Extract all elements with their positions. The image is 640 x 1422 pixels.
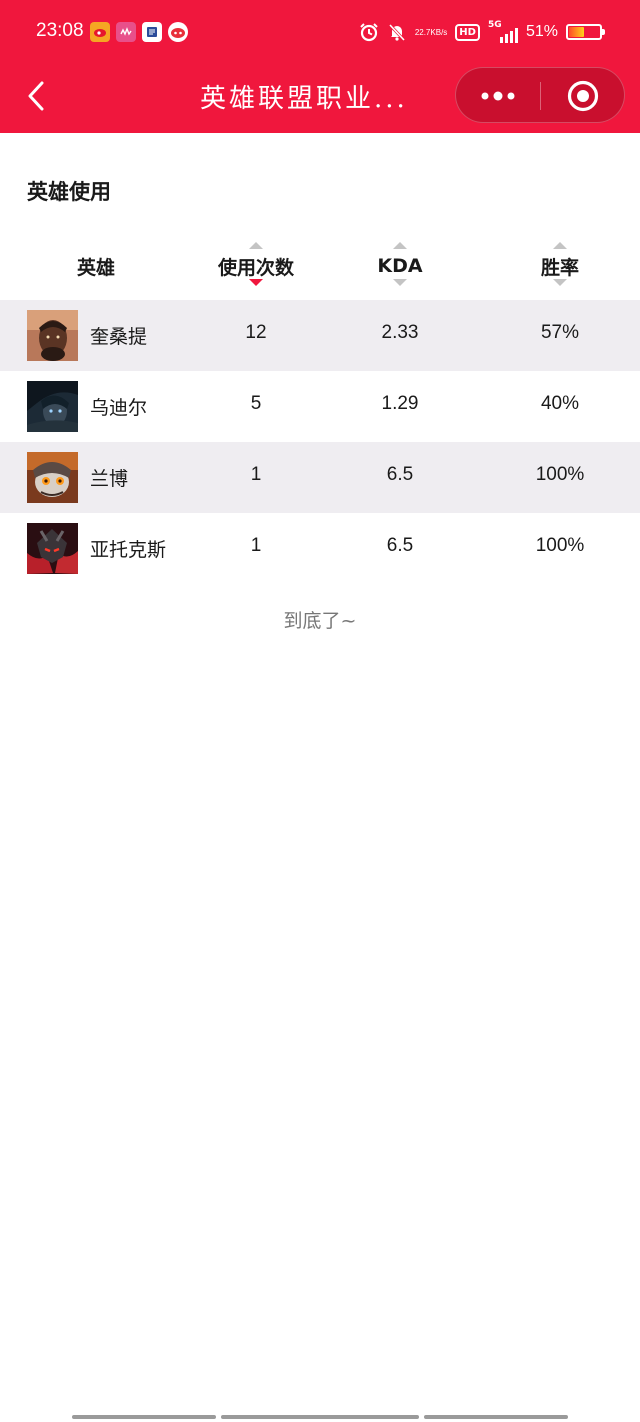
kda-value: 6.5 — [386, 464, 414, 485]
header-winrate-sort[interactable]: 胜率 — [500, 238, 620, 294]
table-row[interactable]: 亚托克斯 1 6.5 100% — [0, 513, 640, 584]
hero-avatar — [27, 381, 78, 432]
gesture-bar-right — [424, 1415, 568, 1419]
kda-value: 2.33 — [381, 322, 419, 343]
battery-icon — [566, 24, 605, 40]
more-dots-icon — [481, 91, 515, 101]
winrate-value: 40% — [540, 393, 580, 414]
alarm-icon — [359, 22, 379, 42]
uses-count: 5 — [250, 393, 262, 414]
hero-table-body: 奎桑提 12 2.33 57% 乌迪尔 5 1.29 40% 兰博 1 6.5 … — [0, 300, 640, 584]
winrate-value: 100% — [535, 535, 585, 556]
sort-asc-icon — [249, 242, 263, 249]
nav-bar: 英雄联盟职业... — [0, 64, 640, 133]
gesture-bar-left — [72, 1415, 216, 1419]
hero-avatar — [27, 523, 78, 574]
header-uses-label: 使用次数 — [217, 256, 294, 279]
battery-percent: 51% — [525, 23, 558, 40]
hero-avatar — [27, 310, 78, 361]
table-header: 英雄 使用次数 KDA 胜率 — [0, 238, 640, 294]
status-time: 23:08 — [36, 20, 84, 41]
mute-bell-icon — [387, 22, 407, 42]
notification-icons — [90, 22, 188, 42]
sort-asc-icon — [553, 242, 567, 249]
hd-badge: HD — [455, 23, 480, 41]
header-uses-sort[interactable]: 使用次数 — [196, 238, 316, 294]
table-row[interactable]: 奎桑提 12 2.33 57% — [0, 300, 640, 371]
close-button[interactable] — [541, 68, 625, 124]
hero-name: 亚托克斯 — [90, 539, 167, 561]
table-row[interactable]: 乌迪尔 5 1.29 40% — [0, 371, 640, 442]
sort-asc-icon — [393, 242, 407, 249]
header-hero: 英雄 — [36, 238, 156, 294]
sort-desc-icon — [393, 279, 407, 286]
music-app-icon — [116, 22, 136, 42]
header-hero-label: 英雄 — [76, 256, 115, 279]
back-button[interactable] — [18, 78, 54, 114]
chevron-left-icon — [28, 81, 44, 111]
kda-value: 6.5 — [386, 535, 414, 556]
miniprogram-capsule — [455, 67, 625, 123]
uses-count: 1 — [250, 464, 262, 485]
status-bar: 23:08 22.7 KB/s HD 5G 51% — [0, 0, 640, 64]
reader-app-icon — [142, 22, 162, 42]
sort-desc-icon — [249, 279, 263, 286]
mascot-app-icon — [168, 22, 188, 42]
speed-value: 22.7 — [414, 27, 431, 37]
uses-count: 1 — [250, 535, 262, 556]
hero-avatar — [27, 452, 78, 503]
header-kda-sort[interactable]: KDA — [340, 238, 460, 294]
speed-unit: KB/s — [430, 27, 448, 37]
hero-name: 奎桑提 — [90, 326, 148, 348]
kda-value: 1.29 — [381, 393, 419, 414]
gesture-bar-center — [221, 1415, 419, 1419]
header-winrate-label: 胜率 — [540, 256, 579, 279]
signal-icon: 5G — [487, 20, 518, 43]
winrate-value: 100% — [535, 464, 585, 485]
winrate-value: 57% — [540, 322, 580, 343]
close-target-icon — [567, 80, 599, 112]
header-kda-label: KDA — [377, 255, 423, 277]
more-button[interactable] — [456, 68, 540, 124]
section-title: 英雄使用 — [27, 180, 111, 204]
hero-name: 乌迪尔 — [90, 397, 148, 419]
status-right: 22.7 KB/s HD 5G 51% — [359, 18, 605, 46]
network-type: 5G — [487, 20, 502, 30]
uses-count: 12 — [245, 322, 267, 343]
weibo-app-icon — [90, 22, 110, 42]
hero-name: 兰博 — [90, 468, 129, 490]
sort-desc-icon — [553, 279, 567, 286]
table-row[interactable]: 兰博 1 6.5 100% — [0, 442, 640, 513]
page-title: 英雄联盟职业... — [200, 84, 408, 114]
network-speed: 22.7 KB/s — [415, 28, 447, 37]
end-of-list-text: 到底了~ — [283, 610, 357, 632]
